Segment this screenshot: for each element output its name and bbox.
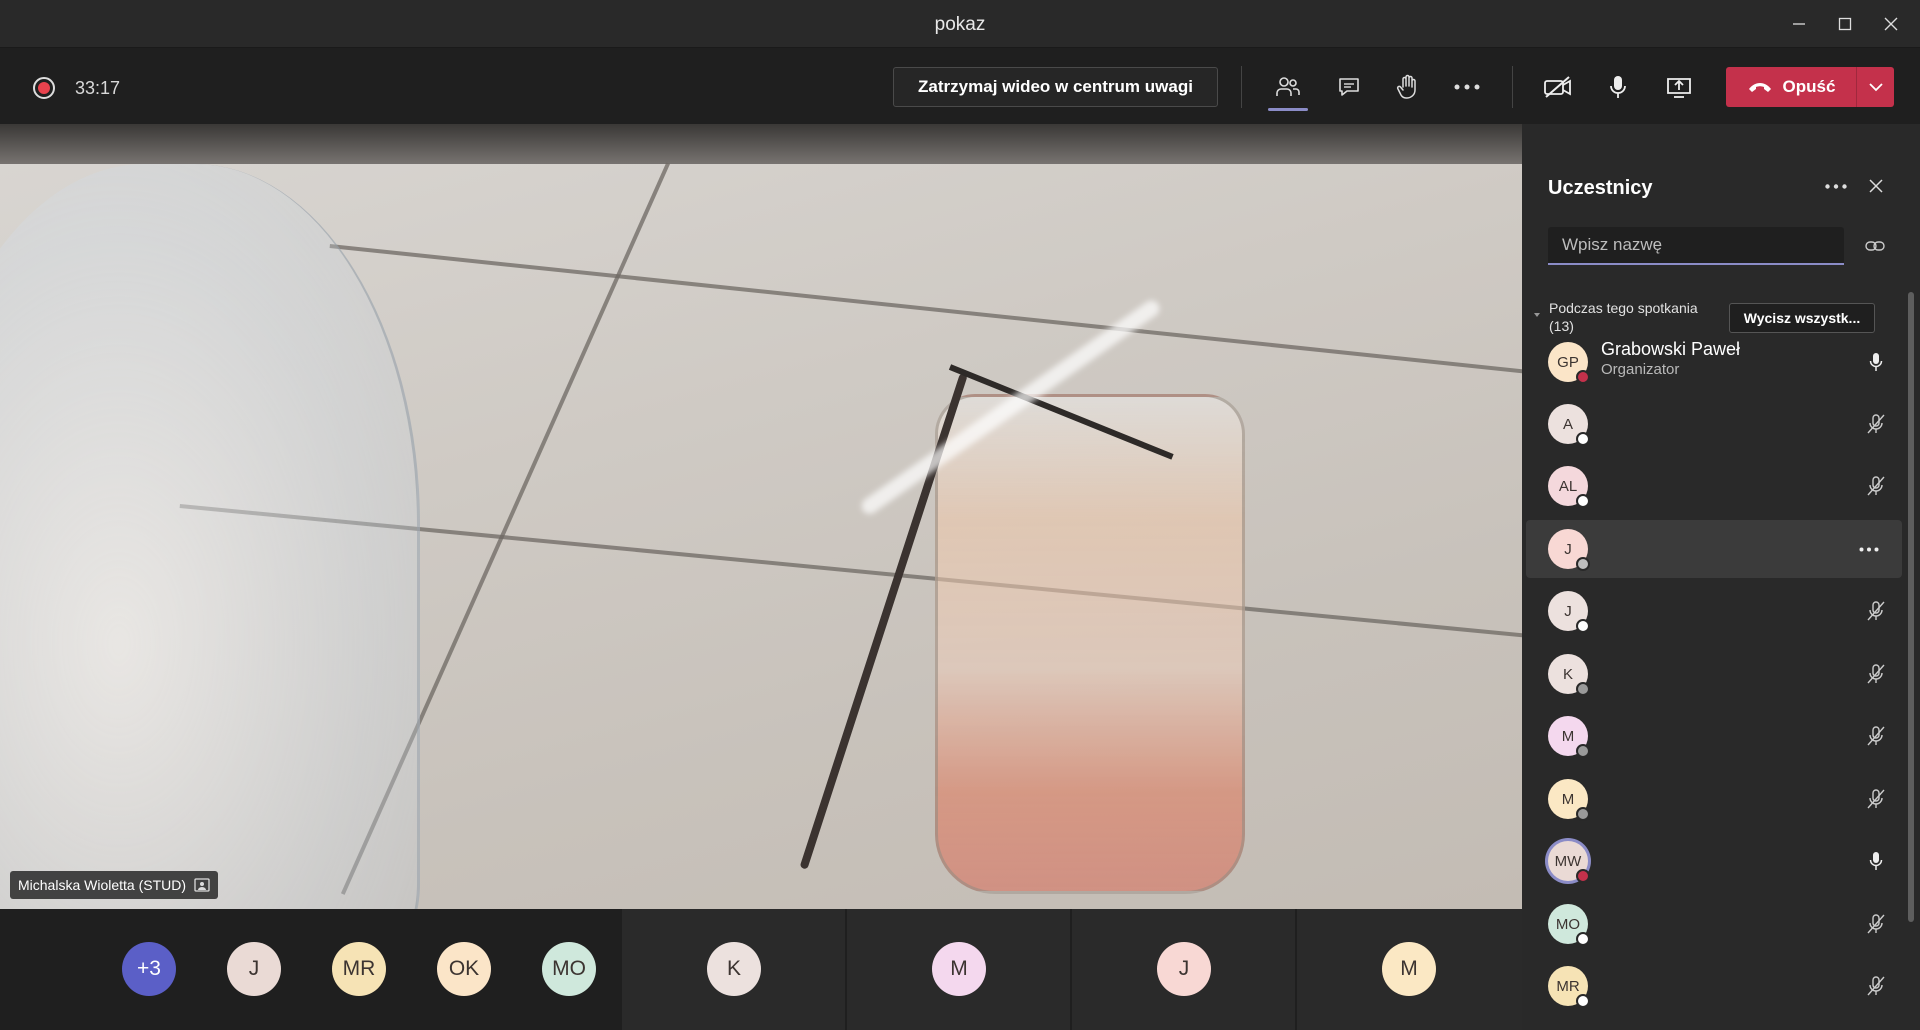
- mic-on-icon: [1864, 849, 1888, 873]
- presence-status-icon: [1576, 557, 1590, 571]
- presence-status-icon: [1576, 994, 1590, 1008]
- tile-avatar: M: [932, 942, 986, 996]
- mic-muted-icon: [1864, 412, 1888, 436]
- presence-status-icon: [1576, 619, 1590, 633]
- participants-icon: [1276, 77, 1300, 96]
- participant-row[interactable]: MR: [1526, 957, 1902, 1015]
- microphone-button[interactable]: [1596, 67, 1640, 107]
- toolbar-divider: [1241, 66, 1242, 108]
- raise-hand-icon: [1396, 74, 1416, 99]
- participant-more-icon[interactable]: [1854, 537, 1884, 561]
- presence-status-icon: [1576, 932, 1590, 946]
- window-title: pokaz: [934, 14, 986, 35]
- glass-beaker: [935, 394, 1245, 894]
- mic-muted-icon: [1864, 599, 1888, 623]
- leave-label: Opuść: [1782, 77, 1836, 96]
- strip-avatar[interactable]: MR: [332, 942, 386, 996]
- participant-row[interactable]: MW: [1526, 832, 1902, 890]
- participant-row[interactable]: AL: [1526, 457, 1902, 515]
- camera-toggle-button[interactable]: [1536, 67, 1580, 107]
- presence-status-icon: [1576, 744, 1590, 758]
- close-icon: [1869, 179, 1883, 193]
- participant-row[interactable]: K: [1526, 645, 1902, 703]
- tile-avatar: J: [1157, 942, 1211, 996]
- more-icon: [1454, 84, 1480, 90]
- share-screen-icon: [1667, 78, 1691, 98]
- participant-role: Organizator: [1601, 361, 1680, 378]
- section-label: Podczas tego spotkania (13): [1549, 300, 1698, 334]
- raise-hand-button[interactable]: [1385, 67, 1429, 107]
- minimize-button[interactable]: [1776, 0, 1822, 48]
- panel-more-button[interactable]: [1820, 172, 1852, 200]
- presence-status-icon: [1576, 494, 1590, 508]
- leave-main-button[interactable]: Opuść: [1726, 67, 1856, 107]
- active-tab-indicator: [1268, 108, 1308, 111]
- strip-avatar[interactable]: J: [227, 942, 281, 996]
- tile-avatar: M: [1382, 942, 1436, 996]
- main-video-feed: [0, 124, 1522, 909]
- participant-name: Grabowski Paweł: [1601, 339, 1741, 359]
- mic-muted-icon: [1864, 912, 1888, 936]
- toolbar-divider: [1512, 66, 1513, 108]
- more-participants-avatar[interactable]: +3: [122, 942, 176, 996]
- title-bar: pokaz: [0, 0, 1920, 48]
- link-icon: [1865, 241, 1885, 251]
- chat-icon: [1339, 78, 1359, 96]
- more-actions-button[interactable]: [1445, 67, 1489, 107]
- microphone-icon: [1610, 76, 1626, 98]
- share-screen-button[interactable]: [1657, 67, 1701, 107]
- panel-title: Uczestnicy: [1548, 177, 1653, 199]
- mic-muted-icon: [1864, 662, 1888, 686]
- meeting-timer: 33:17: [75, 78, 121, 98]
- leave-meeting-button[interactable]: Opuść: [1726, 67, 1894, 107]
- stop-spotlight-button[interactable]: Zatrzymaj wideo w centrum uwagi: [893, 67, 1218, 107]
- participant-search-input[interactable]: [1548, 227, 1844, 265]
- presence-status-icon: [1576, 432, 1590, 446]
- video-participant-name: Michalska Wioletta (STUD): [18, 877, 187, 893]
- participant-row[interactable]: MO: [1526, 895, 1902, 953]
- record-icon: [33, 77, 55, 99]
- mic-muted-icon: [1864, 724, 1888, 748]
- participant-row[interactable]: A: [1526, 395, 1902, 453]
- chevron-down-icon: [1868, 82, 1883, 91]
- close-window-button[interactable]: [1868, 0, 1914, 48]
- panel-scrollbar[interactable]: [1908, 292, 1914, 922]
- collapse-caret-icon[interactable]: [1532, 310, 1542, 320]
- presence-status-icon: [1576, 682, 1590, 696]
- video-background-counter: [0, 124, 1522, 164]
- participant-row[interactable]: J: [1526, 520, 1902, 578]
- hang-up-icon: [1748, 83, 1771, 92]
- glass-flask: [0, 164, 420, 909]
- mic-muted-icon: [1864, 787, 1888, 811]
- panel-close-button[interactable]: [1862, 172, 1890, 200]
- maximize-button[interactable]: [1822, 0, 1868, 48]
- mic-muted-icon: [1864, 474, 1888, 498]
- share-invite-button[interactable]: [1864, 236, 1886, 256]
- participant-row[interactable]: J: [1526, 582, 1902, 640]
- participants-button[interactable]: [1266, 67, 1310, 107]
- camera-off-icon: [1544, 76, 1571, 98]
- presence-status-icon: [1576, 370, 1590, 384]
- presence-status-icon: [1576, 807, 1590, 821]
- leave-options-button[interactable]: [1857, 67, 1894, 107]
- pin-icon[interactable]: [194, 878, 210, 892]
- mute-all-button[interactable]: Wycisz wszystk...: [1729, 303, 1875, 333]
- chat-button[interactable]: [1327, 67, 1371, 107]
- mic-on-icon: [1864, 350, 1888, 374]
- more-icon: [1825, 183, 1847, 189]
- mic-muted-icon: [1864, 974, 1888, 998]
- tile-avatar: K: [707, 942, 761, 996]
- participant-row[interactable]: M: [1526, 770, 1902, 828]
- video-name-tag: Michalska Wioletta (STUD): [10, 871, 219, 899]
- strip-avatar[interactable]: MO: [542, 942, 596, 996]
- strip-avatar[interactable]: OK: [437, 942, 491, 996]
- participant-row[interactable]: GP Grabowski Paweł Organizator: [1526, 333, 1902, 391]
- participant-row[interactable]: M: [1526, 707, 1902, 765]
- presence-status-icon: [1576, 869, 1590, 883]
